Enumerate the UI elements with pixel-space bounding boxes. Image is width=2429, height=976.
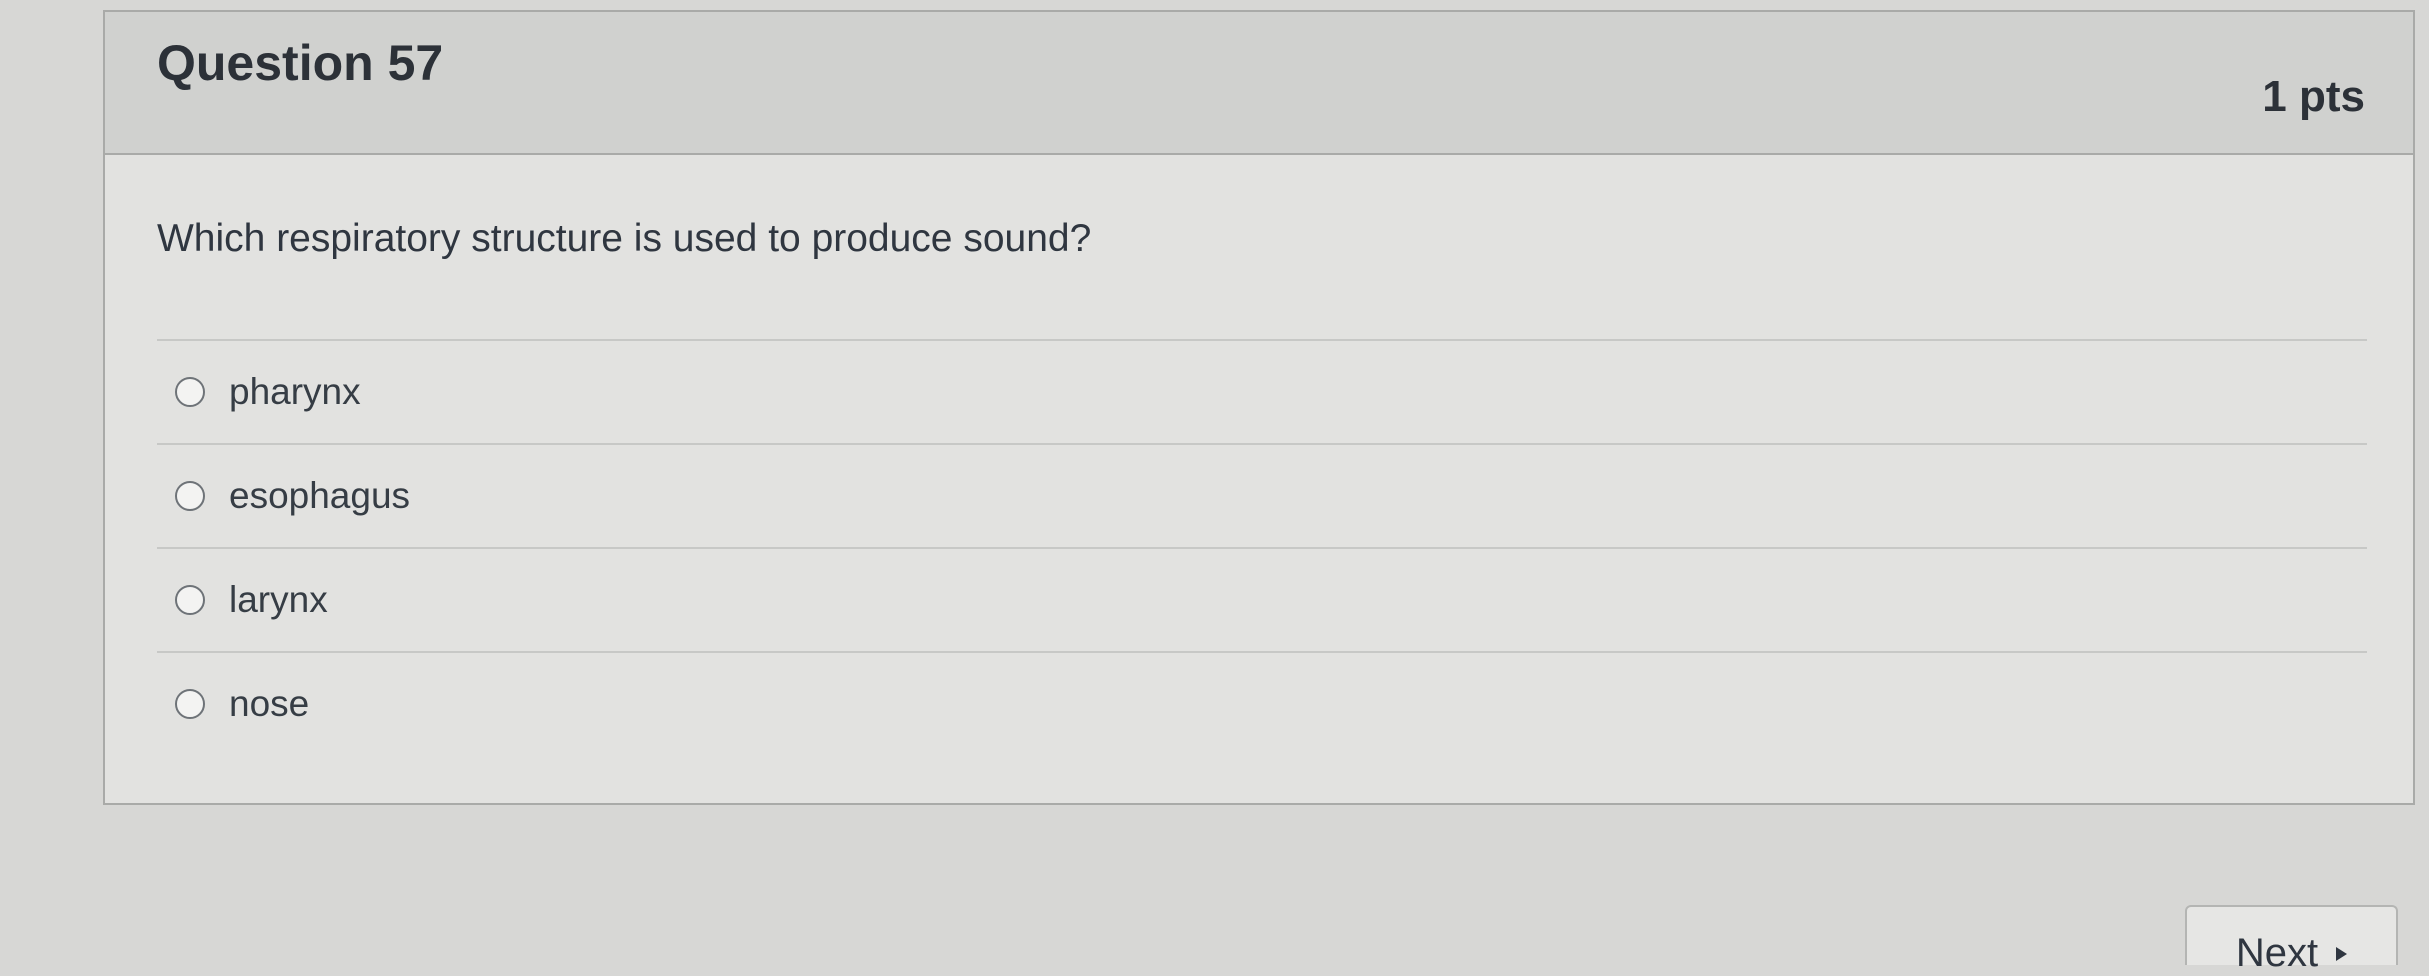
radio-button[interactable] [175,585,205,615]
question-points: 1 pts [2262,72,2365,121]
radio-button[interactable] [175,481,205,511]
answer-label: larynx [229,579,328,620]
next-label: Next [2235,931,2319,975]
question-text: Which respiratory structure is used to p… [157,217,1092,260]
answer-label: esophagus [229,475,411,516]
radio-button[interactable] [175,377,205,407]
answer-label: pharynx [229,371,361,412]
answer-option-nose[interactable]: nose [157,651,2367,755]
radio-button[interactable] [175,689,205,719]
answer-label: nose [229,683,310,724]
question-card: Question 57 1 pts Which respiratory stru… [103,10,2415,805]
next-button[interactable]: Next [2185,905,2398,975]
answer-option-larynx[interactable]: larynx [157,547,2367,651]
answer-option-esophagus[interactable]: esophagus [157,443,2367,547]
answer-option-pharynx[interactable]: pharynx [157,339,2367,443]
triangle-right-icon [2336,947,2348,961]
question-header: Question 57 1 pts [105,12,2413,155]
answer-list: pharynx esophagus larynx nose [157,339,2367,755]
question-title: Question 57 [157,35,444,91]
